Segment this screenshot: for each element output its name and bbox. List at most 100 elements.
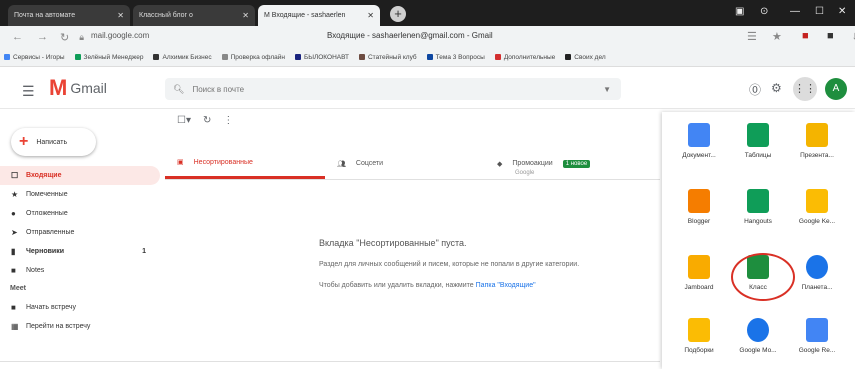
sheets-icon <box>747 123 769 147</box>
bookmark-star-icon[interactable]: ★ <box>772 30 782 43</box>
new-tab-button[interactable]: + <box>390 6 406 22</box>
keep-icon <box>806 189 828 213</box>
tab-search-icon[interactable]: ▣ <box>735 6 744 17</box>
meet-join-meeting[interactable]: ▦ Перейти на встречу <box>0 317 160 336</box>
slides-icon <box>806 123 828 147</box>
mail-toolbar: ☐▾ ↻ ⋮ <box>177 115 233 126</box>
extension-icon[interactable]: ■ <box>827 30 834 42</box>
bookmark-icon <box>4 54 10 60</box>
maximize-icon[interactable]: ☐ <box>815 6 824 17</box>
star-icon: ★ <box>11 190 19 199</box>
bookmark-icon <box>494 54 501 60</box>
back-icon[interactable]: ← <box>12 31 23 43</box>
url-field[interactable]: mail.google.com <box>91 31 149 40</box>
app-hangouts[interactable]: Hangouts <box>729 189 787 225</box>
keyboard-icon: ▦ <box>11 322 19 331</box>
google-apps-icon[interactable]: ⋮⋮ <box>793 77 817 101</box>
tab-primary[interactable]: ▣ Несортированные <box>165 148 325 179</box>
bookmark-icon <box>565 54 572 60</box>
select-checkbox-icon[interactable]: ☐▾ <box>177 115 191 126</box>
avatar[interactable]: A <box>825 78 847 100</box>
sidebar-item-notes[interactable]: ■ Notes <box>0 261 160 280</box>
search-bar[interactable]: 🔍︎ ▼ <box>165 78 621 100</box>
profile-icon[interactable]: ⊙ <box>760 6 768 17</box>
help-icon[interactable]: ⓪ <box>749 81 761 98</box>
app-collections[interactable]: Подборки <box>670 318 728 354</box>
minimize-icon[interactable]: — <box>790 6 800 17</box>
search-options-icon[interactable]: ▼ <box>603 85 611 94</box>
app-blogger[interactable]: Blogger <box>670 189 728 225</box>
bookmark-item[interactable]: Зелёный Менеджер <box>74 54 143 61</box>
app-my-business[interactable]: Google Mo... <box>729 318 787 354</box>
my-business-icon <box>747 318 769 342</box>
app-label: Документ... <box>682 152 716 159</box>
app-label: Google Re... <box>798 347 836 354</box>
app-slides[interactable]: Презента... <box>788 123 846 159</box>
app-label: Google Ke... <box>798 218 836 225</box>
tag-icon: ◆ <box>497 160 503 168</box>
tab-promotions[interactable]: ◆ Промоакции 1 новое Google <box>485 148 645 179</box>
app-keep[interactable]: Google Ke... <box>788 189 846 225</box>
sidebar-item-drafts[interactable]: ▮ Черновики 1 <box>0 242 160 261</box>
app-label: Google Mo... <box>739 347 777 354</box>
browser-tab[interactable]: Почта на автомате ✕ <box>8 5 130 26</box>
divider <box>0 361 660 362</box>
sidebar-item-starred[interactable]: ★ Помеченные <box>0 185 160 204</box>
app-ads[interactable]: Google Re... <box>788 318 846 354</box>
settings-icon[interactable]: ⚙ <box>771 81 782 95</box>
close-icon[interactable]: ✕ <box>117 11 124 20</box>
sidebar-item-snoozed[interactable]: ● Отложенные <box>0 204 160 223</box>
sidebar-item-sent[interactable]: ➤ Отправленные <box>0 223 160 242</box>
bookmark-item[interactable]: Дополнительные <box>494 54 555 61</box>
tab-social[interactable]: 👥︎ Соцсети <box>325 148 485 179</box>
bookmark-item[interactable]: Своих дел <box>565 54 606 61</box>
more-icon[interactable]: ⋮ <box>223 115 233 126</box>
extension-icon[interactable]: ■ <box>802 30 809 42</box>
close-icon[interactable]: ✕ <box>242 11 249 20</box>
meet-new-meeting[interactable]: ■ Начать встречу <box>0 298 160 317</box>
bookmark-icon <box>426 54 433 60</box>
bookmark-item[interactable]: Сервисы - Игоры <box>4 54 65 61</box>
docs-icon <box>688 123 710 147</box>
bookmark-icon <box>221 54 228 60</box>
forward-icon[interactable]: → <box>37 31 48 43</box>
empty-description: Раздел для личных сообщений и писем, кот… <box>319 261 580 268</box>
category-tabs: ▣ Несортированные 👥︎ Соцсети ◆ Промоакции 1 … <box>165 148 660 180</box>
app-jamboard[interactable]: Jamboard <box>670 255 728 291</box>
bookmark-item[interactable]: Проверка офлайн <box>221 54 285 61</box>
bookmark-item[interactable]: Алхимик Бизнес <box>153 54 212 61</box>
app-docs[interactable]: Документ... <box>670 123 728 159</box>
app-sheets[interactable]: Таблицы <box>729 123 787 159</box>
search-icon[interactable]: 🔍︎ <box>173 84 184 95</box>
app-earth[interactable]: Планета... <box>788 255 846 291</box>
extension-icon[interactable]: ☰ <box>747 30 757 43</box>
browser-tab[interactable]: Классный блог о ✕ <box>133 5 255 26</box>
app-label: Подборки <box>684 347 714 354</box>
address-bar: ← → ↻ 🔒︎ mail.google.com Входящие - sash… <box>0 26 855 48</box>
bookmark-item[interactable]: Тема 3 Вопросы <box>426 54 485 61</box>
gmail-m-icon: M <box>49 75 68 100</box>
bookmark-item[interactable]: Статейный клуб <box>358 54 417 61</box>
bookmark-icon <box>294 54 301 60</box>
lock-icon: 🔒︎ <box>79 31 85 42</box>
bookmark-item[interactable]: БЫЛОКОНАВТ <box>294 54 349 61</box>
gmail-logo[interactable]: M Gmail <box>49 75 107 100</box>
reload-icon[interactable]: ↻ <box>60 31 69 44</box>
tab-label: Почта на автомате <box>14 12 76 19</box>
main-menu-icon[interactable]: ☰ <box>22 83 35 100</box>
browser-tab-active[interactable]: M Входящие - sashaerlen ✕ <box>258 5 380 26</box>
sidebar-item-inbox[interactable]: ☐ Входящие <box>0 166 160 185</box>
bookmark-icon <box>153 54 160 60</box>
refresh-icon[interactable]: ↻ <box>203 115 211 126</box>
hangouts-icon <box>747 189 769 213</box>
empty-title: Вкладка "Несортированные" пуста. <box>319 238 467 248</box>
search-input[interactable] <box>192 84 573 94</box>
app-label: Hangouts <box>744 218 772 225</box>
close-window-icon[interactable]: ✕ <box>838 6 846 17</box>
draft-count: 1 <box>142 248 146 255</box>
compose-button[interactable]: + Написать <box>11 128 96 156</box>
inbox-settings-link[interactable]: Папка "Входящие" <box>476 282 536 289</box>
gmail-header: ☰ M Gmail 🔍︎ ▼ ⓪ ⚙ ⋮⋮ A <box>0 67 855 109</box>
close-icon[interactable]: ✕ <box>367 11 374 20</box>
promo-sender: Google <box>515 170 535 176</box>
